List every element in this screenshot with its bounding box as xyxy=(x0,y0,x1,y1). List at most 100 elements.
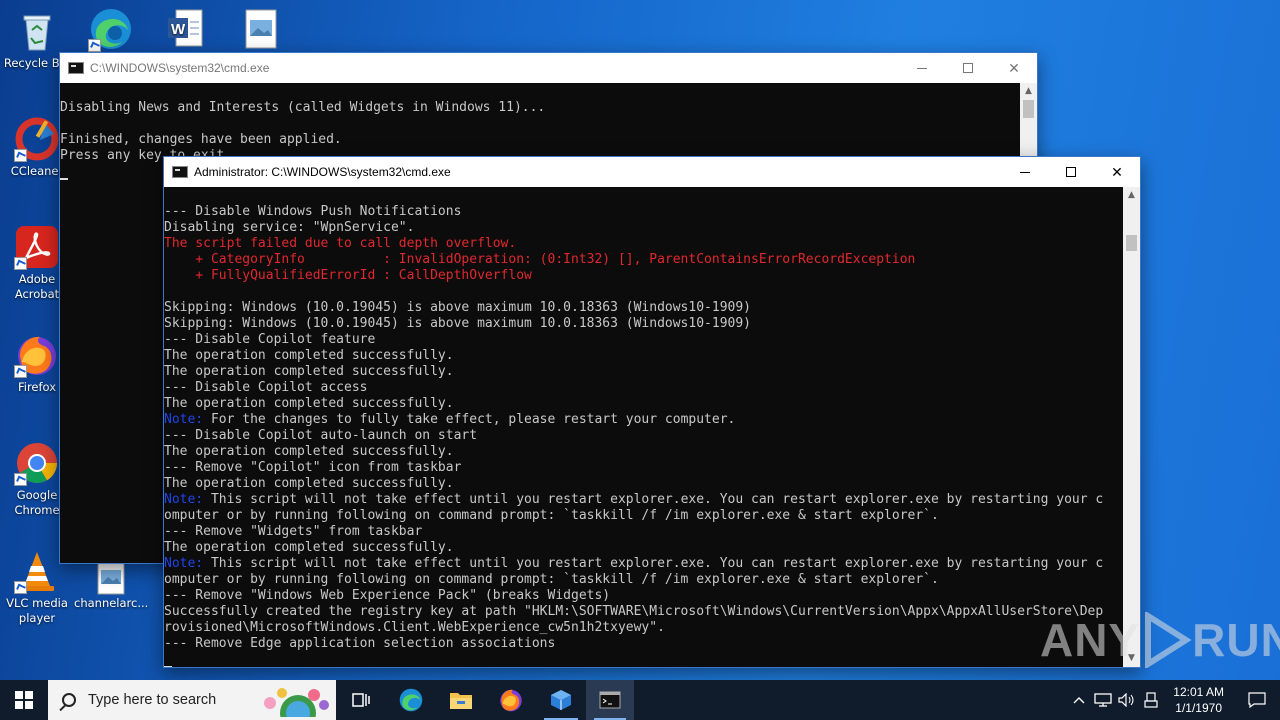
maximize-button[interactable] xyxy=(945,53,991,83)
play-logo-icon xyxy=(1145,612,1192,668)
shortcut-arrow-icon xyxy=(14,365,27,378)
scroll-up-arrow-icon[interactable]: ▲ xyxy=(1123,187,1140,204)
console-line: Note: This script will not take effect u… xyxy=(164,556,1104,571)
shortcut-arrow-icon xyxy=(14,473,27,486)
note-prefix: Note: xyxy=(164,492,204,507)
ccleaner-icon xyxy=(14,116,60,162)
scroll-thumb[interactable] xyxy=(1023,100,1034,118)
firefox-icon xyxy=(14,332,60,378)
cmd-app-icon xyxy=(172,166,188,178)
console-output[interactable]: --- Disable Windows Push Notifications Di… xyxy=(164,188,1122,667)
console-line: omputer or by running following on comma… xyxy=(164,572,939,587)
desktop-icon-edge[interactable] xyxy=(74,6,148,54)
note-prefix: Note: xyxy=(164,412,204,427)
vertical-scrollbar[interactable]: ▲ ▼ xyxy=(1123,187,1140,667)
scroll-up-arrow-icon[interactable]: ▲ xyxy=(1020,83,1037,100)
taskbar-firefox-button[interactable] xyxy=(486,680,536,720)
clock-time: 12:01 AM xyxy=(1173,685,1224,699)
note-prefix: Note: xyxy=(164,556,204,571)
maximize-button[interactable] xyxy=(1048,157,1094,187)
console-line: Successfully created the registry key at… xyxy=(164,604,1104,619)
console-line: --- Disable Windows Push Notifications xyxy=(164,204,462,219)
search-highlight-art-icon xyxy=(264,688,329,717)
taskbar: Type here to search 12:01 AM 1/1/1970 xyxy=(0,680,1280,720)
recycle-bin-icon xyxy=(14,8,60,54)
console-line: The operation completed successfully. xyxy=(164,396,454,411)
chrome-icon xyxy=(14,440,60,486)
console-line: --- Remove "Copilot" icon from taskbar xyxy=(164,460,462,475)
firefox-icon xyxy=(500,689,522,712)
console-line: The script failed due to call depth over… xyxy=(164,236,517,251)
action-center-button[interactable] xyxy=(1234,680,1280,720)
console-line: Note: This script will not take effect u… xyxy=(164,492,1104,507)
console-line: The operation completed successfully. xyxy=(164,348,454,363)
taskbar-script-host-button[interactable] xyxy=(536,680,586,720)
taskbar-edge-button[interactable] xyxy=(386,680,436,720)
text-cursor xyxy=(60,178,68,180)
text-cursor xyxy=(164,666,172,667)
desktop-icon-channelarc[interactable]: channelarc... xyxy=(74,556,148,611)
console-line: The operation completed successfully. xyxy=(164,476,454,491)
maximize-icon xyxy=(963,63,973,73)
taskbar-clock[interactable]: 12:01 AM 1/1/1970 xyxy=(1163,684,1234,716)
anyrun-watermark: ANY RUN xyxy=(1040,612,1280,668)
desktop-icon-image-file[interactable] xyxy=(224,6,298,54)
cmd-icon xyxy=(599,691,621,709)
minimize-button[interactable] xyxy=(1002,157,1048,187)
shortcut-arrow-icon xyxy=(88,39,101,52)
console-line: --- Disable Copilot access xyxy=(164,380,368,395)
network-icon xyxy=(1094,693,1112,707)
usb-button[interactable] xyxy=(1139,680,1163,720)
cmd-window-admin[interactable]: Administrator: C:\WINDOWS\system32\cmd.e… xyxy=(163,156,1141,668)
desktop-icon-word-doc[interactable]: W xyxy=(148,6,222,54)
console-line: The operation completed successfully. xyxy=(164,444,454,459)
title-bar[interactable]: Administrator: C:\WINDOWS\system32\cmd.e… xyxy=(164,157,1140,187)
start-button[interactable] xyxy=(0,680,48,720)
title-bar[interactable]: C:\WINDOWS\system32\cmd.exe ✕ xyxy=(60,53,1037,83)
console-line: rovisioned\MicrosoftWindows.Client.WebEx… xyxy=(164,620,665,635)
console-line: --- Disable Copilot feature xyxy=(164,332,376,347)
desktop-icon-label: VLC media player xyxy=(6,596,68,625)
network-button[interactable] xyxy=(1091,680,1115,720)
notification-icon xyxy=(1248,692,1266,708)
minimize-button[interactable] xyxy=(899,53,945,83)
close-icon: ✕ xyxy=(1111,163,1123,180)
minimize-icon xyxy=(1020,171,1030,173)
shortcut-arrow-icon xyxy=(14,257,27,270)
script-cube-icon xyxy=(551,690,571,710)
watermark-text-right: RUN xyxy=(1192,614,1280,666)
clock-date: 1/1/1970 xyxy=(1175,701,1222,715)
watermark-text-left: ANY xyxy=(1040,614,1141,666)
volume-button[interactable] xyxy=(1115,680,1139,720)
edge-icon xyxy=(399,688,423,712)
taskbar-cmd-button[interactable] xyxy=(586,680,634,720)
scroll-thumb[interactable] xyxy=(1126,235,1137,251)
console-line: --- Disable Copilot auto-launch on start xyxy=(164,428,478,443)
show-hidden-icons-button[interactable] xyxy=(1067,680,1091,720)
console-line: Note: For the changes to fully take effe… xyxy=(164,412,736,427)
shortcut-arrow-icon xyxy=(14,581,27,594)
shortcut-arrow-icon xyxy=(14,149,27,162)
minimize-icon xyxy=(917,67,927,69)
search-placeholder: Type here to search xyxy=(88,692,217,708)
taskbar-file-explorer-button[interactable] xyxy=(436,680,486,720)
close-button[interactable]: ✕ xyxy=(1094,157,1140,187)
console-line: + CategoryInfo : InvalidOperation: (0:In… xyxy=(164,252,916,267)
console-line: Disabling News and Interests (called Wid… xyxy=(60,100,546,115)
close-button[interactable]: ✕ xyxy=(991,53,1037,83)
usb-device-icon xyxy=(1144,692,1158,708)
console-line: The operation completed successfully. xyxy=(164,540,454,555)
taskbar-search-box[interactable]: Type here to search xyxy=(48,680,336,720)
vlc-cone-icon xyxy=(14,548,60,594)
window-title: C:\WINDOWS\system32\cmd.exe xyxy=(90,61,270,75)
console-line: --- Remove "Windows Web Experience Pack"… xyxy=(164,588,611,603)
window-title: Administrator: C:\WINDOWS\system32\cmd.e… xyxy=(194,165,451,179)
task-view-button[interactable] xyxy=(336,680,386,720)
console-line: Disabling service: "WpnService". xyxy=(164,220,415,235)
system-tray: 12:01 AM 1/1/1970 xyxy=(1067,680,1280,720)
close-icon: ✕ xyxy=(1008,59,1020,76)
speaker-icon xyxy=(1118,693,1134,707)
console-line: omputer or by running following on comma… xyxy=(164,508,939,523)
